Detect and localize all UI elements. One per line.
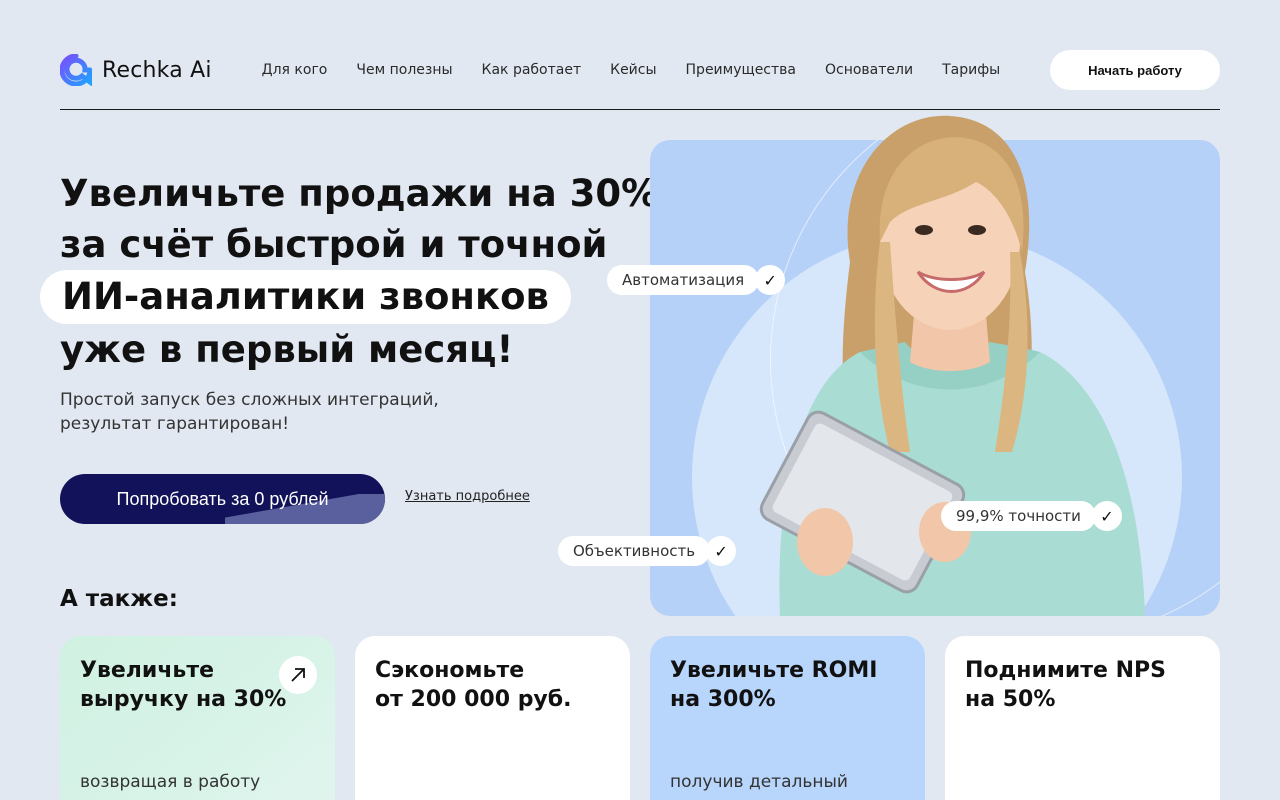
arrow-up-right-icon-svg	[291, 668, 305, 682]
benefit-card-romi[interactable]: Увеличьте ROMI на 300% получив детальный	[650, 636, 925, 800]
hero-title-pill: ИИ-аналитики звонков	[40, 270, 571, 324]
nav-item-advantages[interactable]: Преимущества	[686, 62, 796, 78]
card-title-line: Сэкономьте	[375, 658, 525, 683]
try-free-button-label: Попробовать за 0 рублей	[116, 488, 329, 509]
card-subtitle: возвращая в работу	[80, 772, 261, 792]
card-title: Сэкономьте от 200 000 руб.	[375, 656, 610, 714]
nav-item-how-it-works[interactable]: Как работает	[482, 62, 582, 78]
check-icon: ✓	[1091, 501, 1122, 531]
woman-with-tablet-image	[759, 115, 1145, 616]
start-work-button[interactable]: Начать работу	[1050, 50, 1220, 90]
tag-accuracy: 99,9% точности ✓	[941, 501, 1122, 531]
card-title-line: Поднимите NPS	[965, 658, 1167, 683]
card-title-line: выручку на 30%	[80, 687, 287, 712]
nav-item-benefits[interactable]: Чем полезны	[356, 62, 452, 78]
hero-title-line: за счёт быстрой и точной	[60, 223, 608, 266]
nav-item-for-whom[interactable]: Для кого	[262, 62, 328, 78]
brand-name: Rechka Ai	[102, 57, 212, 83]
nav-item-cases[interactable]: Кейсы	[610, 62, 656, 78]
tag-automation: Автоматизация ✓	[607, 265, 786, 295]
arrow-up-right-icon[interactable]	[279, 656, 317, 694]
hero-subtitle-line: результат гарантирован!	[60, 414, 290, 434]
nav-item-founders[interactable]: Основатели	[825, 62, 913, 78]
card-subtitle: получив детальный	[670, 772, 848, 792]
benefit-card-nps[interactable]: Поднимите NPS на 50%	[945, 636, 1220, 800]
hero-title-line: уже в первый месяц!	[60, 328, 514, 371]
logo[interactable]: Rechka Ai	[60, 54, 212, 86]
check-icon: ✓	[706, 536, 737, 566]
benefit-card-revenue[interactable]: Увеличьте выручку на 30% возвращая в раб…	[60, 636, 335, 800]
also-section-title: А также:	[60, 586, 178, 612]
card-title: Увеличьте выручку на 30%	[80, 656, 315, 714]
main-nav: Для кого Чем полезны Как работает Кейсы …	[262, 62, 1001, 78]
hero-title-line: Увеличьте продажи на 30%	[60, 172, 659, 215]
card-title-line: от 200 000 руб.	[375, 687, 572, 712]
tag-label: Объективность	[558, 536, 711, 566]
header-divider	[60, 109, 1220, 110]
card-title-line: Увеличьте ROMI	[670, 658, 878, 683]
hero-title-highlight: ИИ-аналитики звонков	[40, 270, 640, 324]
hero-subtitle: Простой запуск без сложных интеграций, р…	[60, 388, 480, 436]
tag-label: 99,9% точности	[941, 501, 1096, 531]
card-title-line: на 50%	[965, 687, 1056, 712]
hero-title: Увеличьте продажи на 30% за счёт быстрой…	[40, 168, 659, 375]
logo-icon	[60, 54, 92, 86]
tag-objectivity: Объективность ✓	[558, 536, 737, 566]
try-free-button[interactable]: Попробовать за 0 рублей	[60, 474, 385, 524]
benefit-card-savings[interactable]: Сэкономьте от 200 000 руб.	[355, 636, 630, 800]
hero-subtitle-line: Простой запуск без сложных интеграций,	[60, 390, 439, 410]
tag-label: Автоматизация	[607, 265, 760, 295]
card-title: Увеличьте ROMI на 300%	[670, 656, 905, 714]
learn-more-link[interactable]: Узнать подробнее	[405, 489, 530, 504]
check-icon: ✓	[755, 265, 786, 295]
card-title: Поднимите NPS на 50%	[965, 656, 1200, 714]
nav-item-pricing[interactable]: Тарифы	[942, 62, 1000, 78]
site-header: Rechka Ai Для кого Чем полезны Как работ…	[60, 50, 1220, 90]
card-title-line: на 300%	[670, 687, 776, 712]
